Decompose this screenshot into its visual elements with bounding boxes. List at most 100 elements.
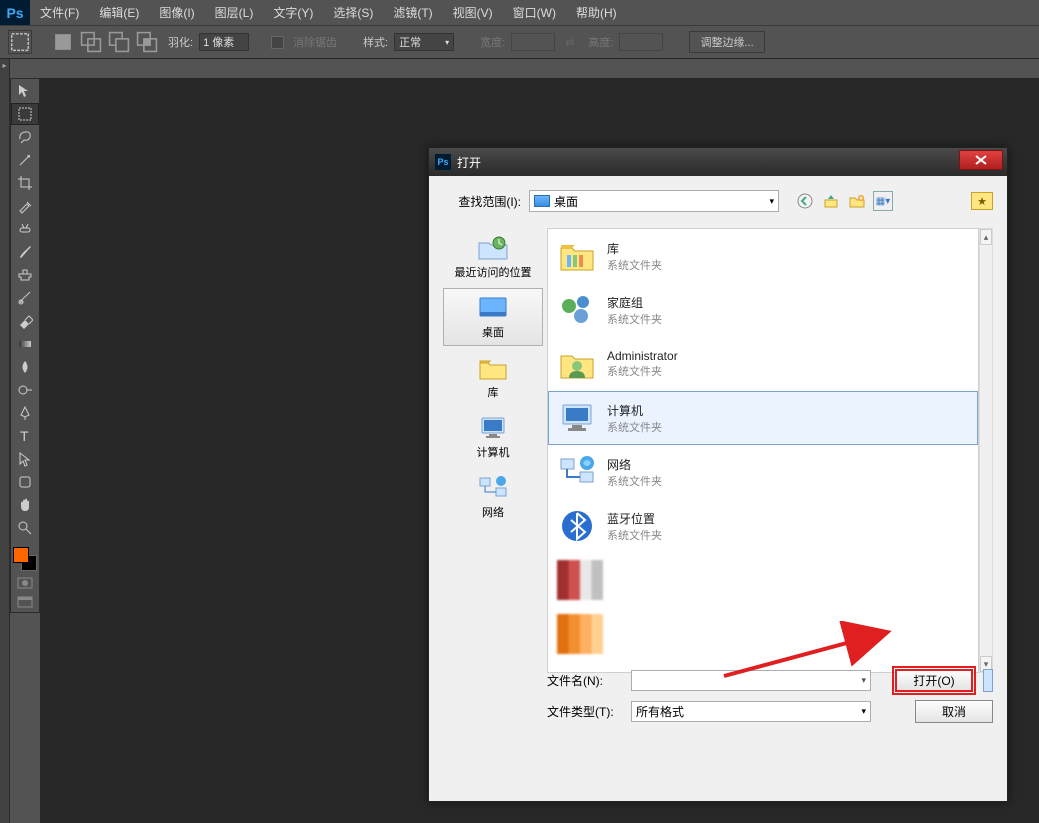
refine-edge-button[interactable]: 调整边缘... — [689, 31, 764, 53]
file-sub: 系统文件夹 — [607, 419, 662, 435]
list-item[interactable]: 家庭组系统文件夹 — [548, 283, 978, 337]
chevron-down-icon: ▾ — [769, 196, 774, 207]
tool-panel: T — [10, 78, 40, 613]
zoom-tool[interactable] — [11, 517, 39, 539]
list-item[interactable]: 蓝牙位置系统文件夹 — [548, 499, 978, 553]
eyedropper-tool[interactable] — [11, 195, 39, 217]
file-sub: 系统文件夹 — [607, 311, 662, 327]
ps-logo: Ps — [0, 0, 30, 25]
close-button[interactable] — [959, 150, 1003, 170]
dialog-titlebar[interactable]: Ps 打开 — [429, 148, 1007, 176]
height-input — [619, 33, 663, 51]
scrollbar[interactable]: ▴ ▾ — [979, 228, 993, 673]
menu-type[interactable]: 文字(Y) — [263, 4, 323, 21]
marquee-tool-preset-icon[interactable] — [8, 30, 32, 54]
eraser-tool[interactable] — [11, 310, 39, 332]
file-name: 库 — [607, 240, 662, 257]
path-selection-tool[interactable] — [11, 448, 39, 470]
crop-tool[interactable] — [11, 172, 39, 194]
menu-window[interactable]: 窗口(W) — [503, 4, 566, 21]
open-dialog: Ps 打开 查找范围(I): 桌面 ▾ — [428, 147, 1008, 802]
chevron-down-icon: ▾ — [861, 706, 866, 717]
place-recent[interactable]: 最近访问的位置 — [443, 228, 543, 286]
place-label: 最近访问的位置 — [455, 264, 532, 280]
file-sub: 系统文件夹 — [607, 527, 662, 543]
menu-edit[interactable]: 编辑(E) — [89, 4, 149, 21]
file-name: 家庭组 — [607, 294, 662, 311]
dialog-body: 查找范围(I): 桌面 ▾ ▦▾ ★ — [429, 176, 1007, 801]
chevron-down-icon[interactable]: ▾ — [861, 675, 866, 686]
move-tool[interactable] — [11, 80, 39, 102]
menu-filter[interactable]: 滤镜(T) — [383, 4, 442, 21]
place-label: 桌面 — [482, 324, 504, 340]
favorites-icon[interactable]: ★ — [971, 192, 993, 210]
new-selection-icon[interactable] — [52, 32, 74, 52]
gradient-tool[interactable] — [11, 333, 39, 355]
filetype-select[interactable]: 所有格式 ▾ — [631, 701, 871, 722]
style-select[interactable]: 正常▾ — [394, 33, 454, 51]
lookin-value: 桌面 — [554, 193, 578, 210]
file-sub: 系统文件夹 — [607, 257, 662, 273]
subtract-selection-icon[interactable] — [108, 32, 130, 52]
healing-brush-tool[interactable] — [11, 218, 39, 240]
place-desktop[interactable]: 桌面 — [443, 288, 543, 346]
file-name: 蓝牙位置 — [607, 510, 662, 527]
brush-tool[interactable] — [11, 241, 39, 263]
place-computer[interactable]: 计算机 — [443, 408, 543, 466]
feather-label: 羽化: — [168, 34, 193, 50]
filename-input-wrap: ▾ — [631, 670, 871, 691]
list-item[interactable]: 计算机系统文件夹 — [548, 391, 978, 445]
type-tool[interactable]: T — [11, 425, 39, 447]
place-library[interactable]: 库 — [443, 348, 543, 406]
desktop-icon — [534, 195, 550, 207]
magic-wand-tool[interactable] — [11, 149, 39, 171]
menu-help[interactable]: 帮助(H) — [566, 4, 627, 21]
list-item[interactable]: 网络系统文件夹 — [548, 445, 978, 499]
menu-select[interactable]: 选择(S) — [323, 4, 383, 21]
antialias-label: 消除锯齿 — [293, 34, 337, 50]
lasso-tool[interactable] — [11, 126, 39, 148]
color-swatches[interactable] — [11, 545, 39, 573]
filetype-label: 文件类型(T): — [547, 703, 623, 720]
options-bar: 羽化: 消除锯齿 样式: 正常▾ 宽度: ⇄ 高度: 调整边缘... — [0, 25, 1039, 59]
new-folder-icon[interactable] — [847, 191, 867, 211]
list-item[interactable] — [548, 607, 978, 661]
screen-mode-toggle[interactable] — [11, 593, 39, 611]
shape-tool[interactable] — [11, 471, 39, 493]
menu-view[interactable]: 视图(V) — [443, 4, 503, 21]
menu-layer[interactable]: 图层(L) — [205, 4, 264, 21]
menu-file[interactable]: 文件(F) — [30, 4, 89, 21]
foreground-color[interactable] — [13, 547, 29, 563]
scroll-up-icon[interactable]: ▴ — [980, 229, 992, 245]
place-label: 库 — [488, 384, 499, 400]
dodge-tool[interactable] — [11, 379, 39, 401]
panel-collapse-strip[interactable]: ▸ — [0, 59, 10, 823]
lookin-select[interactable]: 桌面 ▾ — [529, 190, 779, 212]
list-item[interactable] — [548, 553, 978, 607]
cancel-button[interactable]: 取消 — [915, 700, 993, 723]
clone-stamp-tool[interactable] — [11, 264, 39, 286]
pen-tool[interactable] — [11, 402, 39, 424]
list-item[interactable]: 库系统文件夹 — [548, 229, 978, 283]
file-list[interactable]: 库系统文件夹 家庭组系统文件夹 Administrator系统文件夹 计算机系统… — [547, 228, 979, 673]
list-item[interactable]: Administrator系统文件夹 — [548, 337, 978, 391]
hand-tool[interactable] — [11, 494, 39, 516]
up-icon[interactable] — [821, 191, 841, 211]
feather-input[interactable] — [199, 33, 249, 51]
place-label: 计算机 — [477, 444, 510, 460]
quickmask-toggle[interactable] — [11, 574, 39, 592]
back-icon[interactable] — [795, 191, 815, 211]
add-selection-icon[interactable] — [80, 32, 102, 52]
place-network[interactable]: 网络 — [443, 468, 543, 526]
history-brush-tool[interactable] — [11, 287, 39, 309]
open-dropdown[interactable] — [983, 669, 993, 692]
open-button[interactable]: 打开(O) — [895, 669, 973, 692]
view-menu-icon[interactable]: ▦▾ — [873, 191, 893, 211]
dialog-title: 打开 — [457, 154, 481, 171]
place-label: 网络 — [482, 504, 504, 520]
filename-input[interactable] — [636, 674, 866, 688]
marquee-tool[interactable] — [11, 103, 39, 125]
menu-image[interactable]: 图像(I) — [149, 4, 204, 21]
blur-tool[interactable] — [11, 356, 39, 378]
intersect-selection-icon[interactable] — [136, 32, 158, 52]
